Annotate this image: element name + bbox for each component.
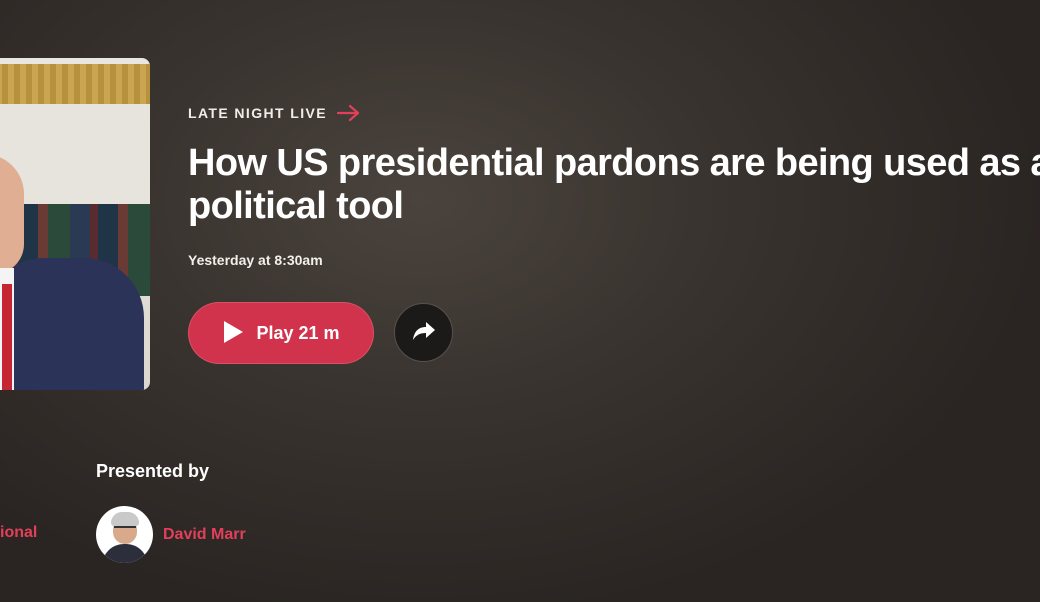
play-icon bbox=[222, 320, 244, 347]
play-label: Play 21 m bbox=[256, 322, 340, 343]
program-link[interactable]: LATE NIGHT LIVE bbox=[188, 104, 361, 122]
episode-image bbox=[0, 58, 150, 390]
share-button[interactable] bbox=[394, 303, 453, 362]
play-button[interactable]: Play 21 m bbox=[188, 302, 374, 364]
program-name: LATE NIGHT LIVE bbox=[188, 105, 327, 121]
presenter-avatar bbox=[96, 506, 153, 563]
share-arrow-icon bbox=[411, 320, 437, 345]
arrow-right-icon bbox=[336, 104, 361, 122]
presenter-name: David Marr bbox=[163, 525, 246, 543]
picture-frame bbox=[0, 64, 150, 104]
presented-by-heading: Presented by bbox=[96, 461, 210, 481]
broadcast-time: Yesterday at 8:30am bbox=[188, 252, 323, 268]
presenter-link[interactable]: David Marr bbox=[96, 506, 246, 563]
presenter-link-partial[interactable]: ional bbox=[0, 524, 37, 542]
episode-title: How US presidential pardons are being us… bbox=[188, 142, 1040, 227]
